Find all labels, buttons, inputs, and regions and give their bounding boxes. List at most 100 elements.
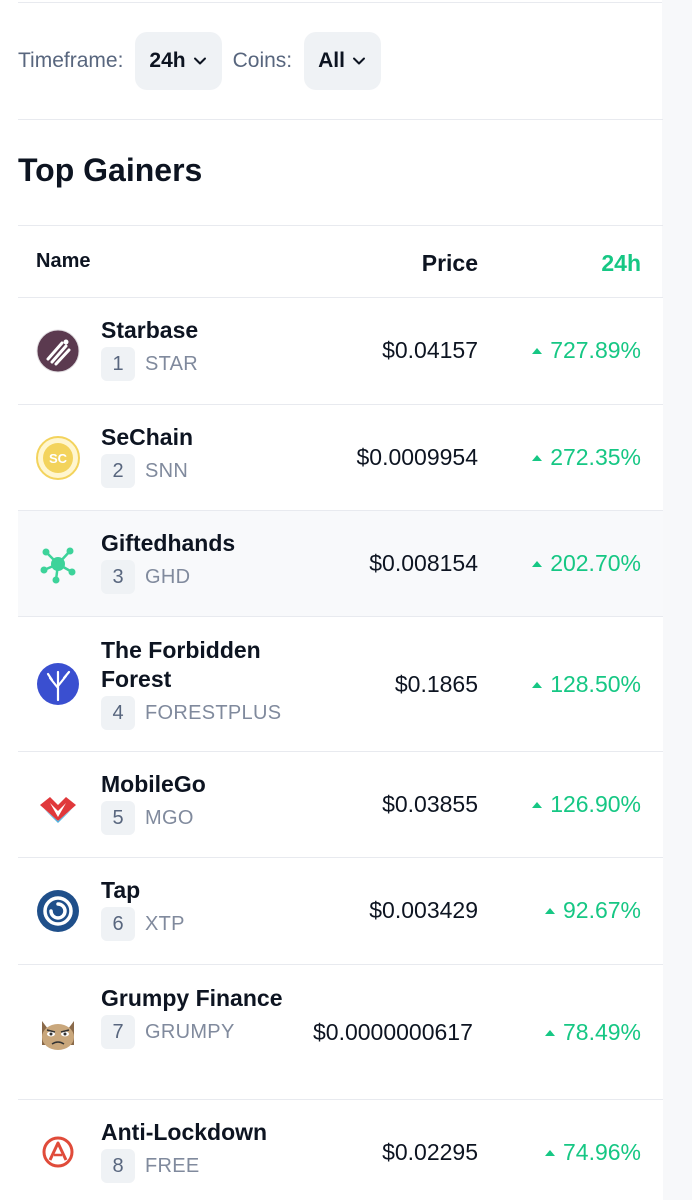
coin-meta: 6 XTP: [101, 907, 301, 941]
coin-info: Tap 6 XTP: [101, 876, 301, 941]
sechain-logo: SC: [36, 436, 80, 480]
coin-meta: 7 GRUMPY: [101, 1015, 301, 1049]
timeframe-label: Timeframe:: [18, 49, 124, 72]
coin-price: $0.03855: [382, 791, 478, 817]
price-change-value: 272.35%: [550, 444, 641, 470]
price-change: 128.50%: [532, 671, 641, 698]
coins-value: All: [318, 49, 345, 72]
caret-up-icon: [532, 681, 543, 688]
table-row[interactable]: Anti-Lockdown 8 FREE $0.02295 74.96%: [18, 1100, 663, 1200]
price-clip: $0.0000000617: [313, 1019, 478, 1046]
giftedhands-logo: [40, 547, 76, 584]
table-row[interactable]: Giftedhands 3 GHD $0.008154 202.70%: [18, 511, 663, 617]
rank-badge: 7: [101, 1015, 135, 1049]
tap-logo: [37, 890, 79, 932]
column-header-price[interactable]: Price: [422, 250, 478, 277]
caret-up-icon: [532, 801, 543, 808]
table-row[interactable]: Starbase 1 STAR $0.04157 727.89%: [18, 298, 663, 405]
coin-meta: 4 FORESTPLUS: [101, 696, 301, 730]
coin-meta: 1 STAR: [101, 347, 301, 381]
rank-badge: 4: [101, 696, 135, 730]
caret-up-icon: [544, 1029, 555, 1036]
svg-text:SC: SC: [49, 451, 68, 466]
coin-price: $0.02295: [382, 1139, 478, 1165]
price-change-value: 727.89%: [550, 337, 641, 363]
rank-badge: 5: [101, 801, 135, 835]
coin-name[interactable]: Starbase: [101, 316, 301, 345]
price-change: 126.90%: [532, 791, 641, 818]
coin-name[interactable]: The Forbidden Forest: [101, 636, 301, 694]
price-change: 74.96%: [544, 1139, 641, 1166]
price-change-value: 78.49%: [562, 1019, 641, 1045]
chevron-down-icon: [352, 57, 365, 65]
caret-up-icon: [532, 347, 543, 354]
price-change-value: 74.96%: [562, 1139, 641, 1165]
coin-name[interactable]: Tap: [101, 876, 301, 905]
coin-name[interactable]: Anti-Lockdown: [101, 1118, 301, 1147]
coin-info: The Forbidden Forest 4 FORESTPLUS: [101, 636, 301, 730]
coin-price: $0.003429: [369, 897, 478, 923]
coin-info: MobileGo 5 MGO: [101, 770, 301, 835]
coin-symbol: GHD: [145, 565, 191, 588]
coin-symbol: FORESTPLUS: [145, 701, 282, 724]
caret-up-icon: [532, 560, 543, 567]
top-gainers-page: Timeframe: 24h Coins: All Top Gainers Na…: [0, 0, 692, 1200]
top-border: [18, 2, 663, 3]
coin-info: SeChain 2 SNN: [101, 423, 301, 488]
table-row[interactable]: The Forbidden Forest 4 FORESTPLUS $0.186…: [18, 617, 663, 752]
coin-symbol: FREE: [145, 1154, 200, 1177]
divider: [18, 119, 663, 120]
coin-symbol: MGO: [145, 806, 194, 829]
coin-name[interactable]: Grumpy Finance: [101, 984, 301, 1013]
rank-badge: 6: [101, 907, 135, 941]
caret-up-icon: [544, 1149, 555, 1156]
forbidden-forest-logo: [37, 663, 79, 705]
price-change-value: 126.90%: [550, 791, 641, 817]
price-change-value: 128.50%: [550, 671, 641, 697]
coin-price: $0.0000000617: [313, 1019, 473, 1045]
grumpy-cat-logo: [42, 1021, 74, 1050]
coin-price: $0.0009954: [356, 444, 478, 470]
section-title: Top Gainers: [18, 152, 203, 188]
table-row[interactable]: MobileGo 5 MGO $0.03855 126.90%: [18, 752, 663, 858]
rank-badge: 8: [101, 1149, 135, 1183]
timeframe-value: 24h: [149, 49, 186, 72]
coin-symbol: GRUMPY: [145, 1020, 235, 1043]
coin-symbol: XTP: [145, 912, 185, 935]
price-change: 272.35%: [532, 444, 641, 471]
coin-symbol: SNN: [145, 459, 189, 482]
price-change: 78.49%: [544, 1019, 641, 1046]
coin-name[interactable]: SeChain: [101, 423, 301, 452]
starbase-logo: [36, 329, 80, 373]
coin-name[interactable]: MobileGo: [101, 770, 301, 799]
coin-price: $0.04157: [382, 337, 478, 363]
column-header-name[interactable]: Name: [36, 250, 90, 273]
table-row[interactable]: SC SeChain 2 SNN $0.0009954 272.35%: [18, 405, 663, 511]
coin-name[interactable]: Giftedhands: [101, 529, 301, 558]
page-edge: [662, 0, 692, 1200]
price-change-value: 202.70%: [550, 550, 641, 576]
table-row[interactable]: Grumpy Finance 7 GRUMPY $0.0000000617 78…: [18, 965, 663, 1100]
coin-price: $0.1865: [394, 671, 478, 697]
coin-meta: 5 MGO: [101, 801, 301, 835]
coin-info: Starbase 1 STAR: [101, 316, 301, 381]
chevron-down-icon: [193, 57, 206, 65]
coins-dropdown[interactable]: All: [304, 32, 381, 90]
price-change: 202.70%: [532, 550, 641, 577]
coin-meta: 3 GHD: [101, 560, 301, 594]
coin-info: Giftedhands 3 GHD: [101, 529, 301, 594]
coin-info: Grumpy Finance 7 GRUMPY: [101, 984, 301, 1049]
coins-label: Coins:: [232, 49, 293, 72]
rank-badge: 3: [101, 560, 135, 594]
anti-lockdown-logo: [42, 1136, 74, 1168]
table-row[interactable]: Tap 6 XTP $0.003429 92.67%: [18, 858, 663, 965]
coin-meta: 2 SNN: [101, 454, 301, 488]
timeframe-dropdown[interactable]: 24h: [135, 32, 222, 90]
coin-meta: 8 FREE: [101, 1149, 301, 1183]
coin-price: $0.008154: [369, 550, 478, 576]
mobilego-logo: [40, 797, 76, 823]
column-header-24h[interactable]: 24h: [601, 250, 641, 277]
table-header: Name Price 24h: [18, 225, 663, 298]
caret-up-icon: [544, 907, 555, 914]
coin-symbol: STAR: [145, 352, 199, 375]
